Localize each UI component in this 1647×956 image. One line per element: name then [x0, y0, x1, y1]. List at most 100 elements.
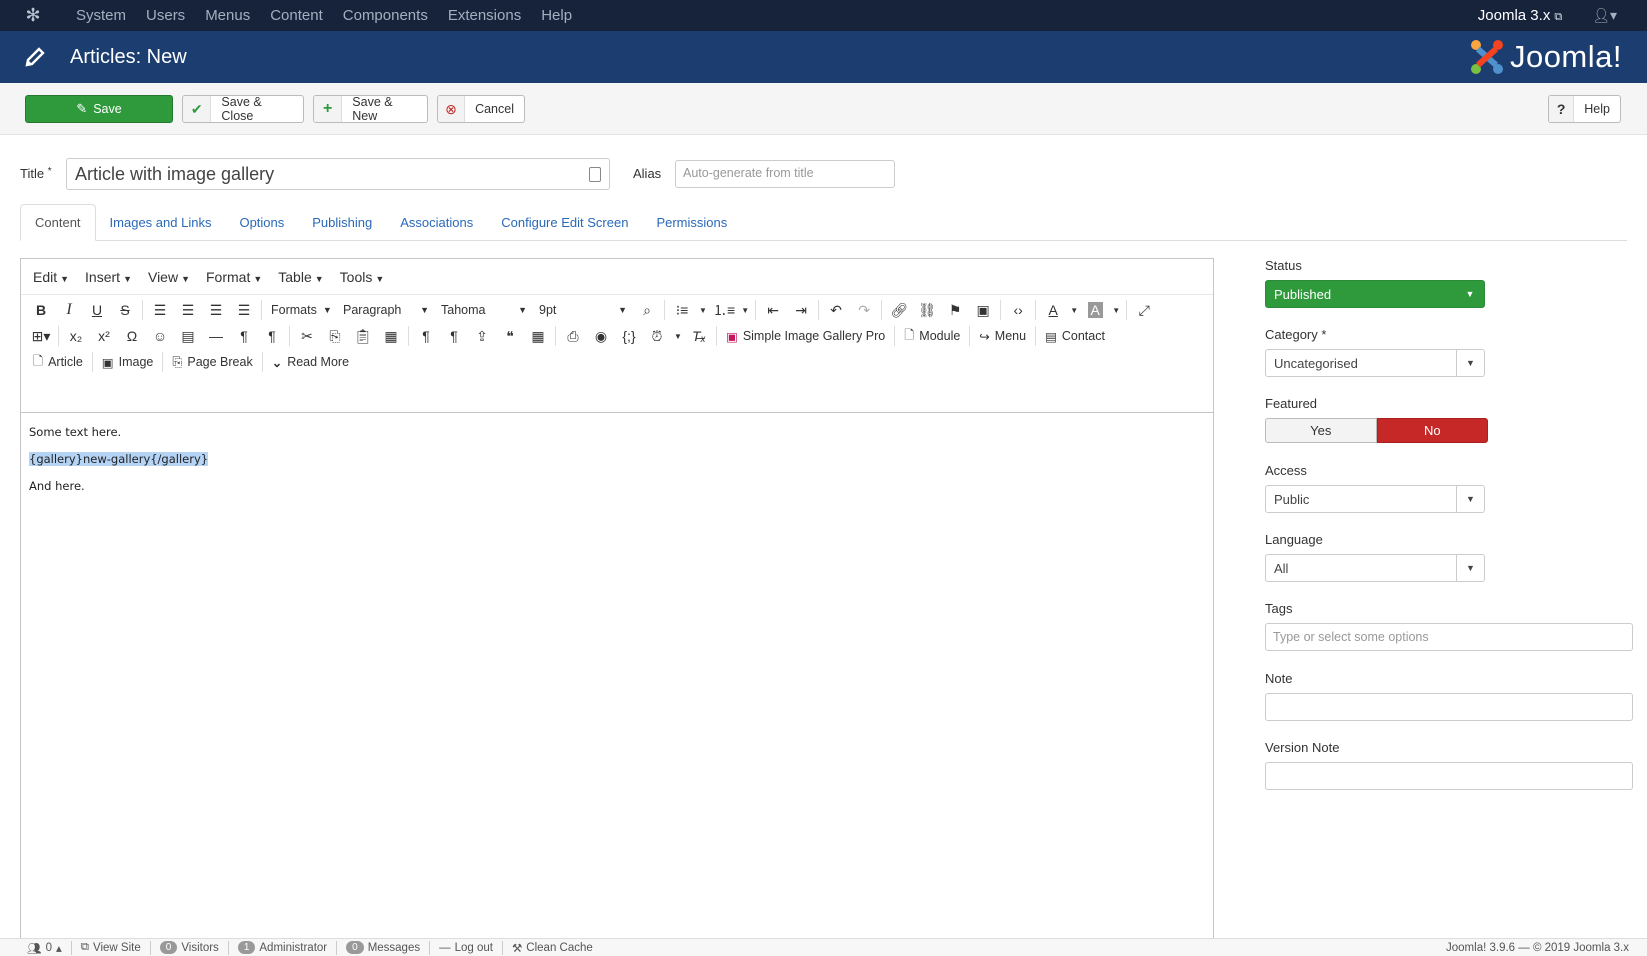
underline-icon[interactable]: U — [83, 298, 111, 322]
image-button[interactable]: ▣ Image — [96, 350, 160, 374]
redo-icon[interactable]: ↷ — [850, 298, 878, 322]
article-button[interactable]: 🗋︎ Article — [27, 350, 89, 374]
administrator-link[interactable]: 1 Administrator — [229, 940, 338, 955]
caret-down-icon[interactable]: ▼ — [696, 298, 710, 322]
joomla-icon[interactable]: ✻ — [0, 5, 66, 26]
multilanguage-toggle[interactable]: 👥︎ 0 ▴ — [18, 940, 72, 955]
menu-system[interactable]: System — [66, 7, 136, 24]
find-replace-icon[interactable]: ⌕ — [633, 298, 661, 322]
code-sample-icon[interactable]: {;} — [615, 324, 643, 348]
font-size-dropdown[interactable]: 9pt ▼ — [533, 303, 633, 317]
tab-content[interactable]: Content — [20, 204, 96, 241]
featured-yes-button[interactable]: Yes — [1265, 418, 1377, 443]
background-color-icon[interactable]: A — [1081, 298, 1109, 322]
contact-button[interactable]: ▤ Contact — [1039, 324, 1111, 348]
link-icon[interactable]: 🔗︎ — [885, 298, 913, 322]
align-right-icon[interactable]: ☰ — [202, 298, 230, 322]
font-family-dropdown[interactable]: Tahoma ▼ — [435, 303, 533, 317]
cancel-button[interactable]: ⊗ Cancel — [437, 95, 525, 123]
version-note-input[interactable] — [1265, 762, 1633, 790]
anchor-icon[interactable]: ⚑ — [941, 298, 969, 322]
editor-menu-insert[interactable]: Insert ▼ — [79, 269, 142, 285]
paste-text-icon[interactable]: ▦ — [377, 324, 405, 348]
featured-no-button[interactable]: No — [1376, 418, 1488, 443]
special-char-icon[interactable]: Ω — [118, 324, 146, 348]
page-break-button[interactable]: ⎘ Page Break — [166, 350, 258, 374]
view-site-link[interactable]: ⧉ View Site — [72, 940, 151, 955]
alias-input[interactable]: Auto-generate from title — [675, 160, 895, 188]
ltr-icon[interactable]: ¶ — [230, 324, 258, 348]
caret-down-icon[interactable]: ▼ — [671, 324, 685, 348]
insert-image-icon[interactable]: ▣ — [969, 298, 997, 322]
menu-extensions[interactable]: Extensions — [438, 7, 531, 24]
editor-content-area[interactable]: Some text here. {gallery}new-gallery{/ga… — [21, 413, 1213, 518]
module-button[interactable]: 🗋︎ Module — [898, 324, 966, 348]
formats-dropdown[interactable]: Formats ▼ — [265, 303, 337, 317]
align-justify-icon[interactable]: ☰ — [230, 298, 258, 322]
fullscreen-icon[interactable]: ⤢ — [1130, 298, 1158, 322]
emoticons-icon[interactable]: ☺ — [146, 324, 174, 348]
save-close-button[interactable]: ✔ Save & Close — [182, 95, 304, 123]
save-button[interactable]: ✎ Save — [25, 95, 173, 123]
bullet-list-icon[interactable]: ⁝≡ — [668, 298, 696, 322]
indent-icon[interactable]: ⇥ — [787, 298, 815, 322]
align-center-icon[interactable]: ☰ — [174, 298, 202, 322]
clean-cache-link[interactable]: ⚒ Clean Cache — [503, 941, 602, 955]
tags-input[interactable]: Type or select some options — [1265, 623, 1633, 651]
tab-options[interactable]: Options — [225, 204, 298, 241]
insert-time-icon[interactable]: ⏰︎ — [643, 324, 671, 348]
upload-icon[interactable]: ⇪ — [468, 324, 496, 348]
simple-image-gallery-button[interactable]: ▣ Simple Image Gallery Pro — [720, 324, 891, 348]
title-input[interactable]: Article with image gallery — [66, 158, 610, 190]
user-menu-icon[interactable]: 👤︎▾ — [1592, 7, 1617, 24]
save-new-button[interactable]: + Save & New — [313, 95, 428, 123]
rtl-icon[interactable]: ¶ — [258, 324, 286, 348]
menu-content[interactable]: Content — [260, 7, 333, 24]
editor-menu-view[interactable]: View ▼ — [142, 269, 200, 285]
cut-icon[interactable]: ✂ — [293, 324, 321, 348]
horizontal-rule-icon[interactable]: — — [202, 324, 230, 348]
access-select[interactable]: Public ▼ — [1265, 485, 1485, 513]
block-format-dropdown[interactable]: Paragraph ▼ — [337, 303, 435, 317]
editor-menu-table[interactable]: Table ▼ — [272, 269, 333, 285]
numbered-list-icon[interactable]: ⒈≡ — [710, 298, 738, 322]
visual-chars-icon[interactable]: ¶ — [412, 324, 440, 348]
logout-link[interactable]: — Log out — [430, 940, 503, 955]
caret-down-icon[interactable]: ▼ — [1067, 298, 1081, 322]
caret-down-icon[interactable]: ▼ — [1109, 298, 1123, 322]
text-color-icon[interactable]: A — [1039, 298, 1067, 322]
tab-images-links[interactable]: Images and Links — [96, 204, 226, 241]
caret-down-icon[interactable]: ▼ — [738, 298, 752, 322]
italic-icon[interactable]: I — [55, 298, 83, 322]
bold-icon[interactable]: B — [27, 298, 55, 322]
read-more-button[interactable]: ⌄ Read More — [266, 350, 355, 374]
tab-configure-edit-screen[interactable]: Configure Edit Screen — [487, 204, 642, 241]
outdent-icon[interactable]: ⇤ — [759, 298, 787, 322]
code-icon[interactable]: ‹› — [1004, 298, 1032, 322]
messages-link[interactable]: 0 Messages — [337, 940, 431, 955]
tab-permissions[interactable]: Permissions — [642, 204, 741, 241]
menu-users[interactable]: Users — [136, 7, 195, 24]
tab-associations[interactable]: Associations — [386, 204, 487, 241]
help-button[interactable]: ? Help — [1548, 95, 1621, 123]
site-link[interactable]: Joomla 3.x ⧉ — [1478, 7, 1562, 24]
visitors-link[interactable]: 0 Visitors — [151, 940, 229, 955]
superscript-icon[interactable]: x² — [90, 324, 118, 348]
status-select[interactable]: Published ▼ — [1265, 280, 1485, 308]
menu-help[interactable]: Help — [531, 7, 582, 24]
media-icon[interactable]: ▤ — [174, 324, 202, 348]
editor-menu-tools[interactable]: Tools ▼ — [334, 269, 395, 285]
blockquote-icon[interactable]: ❝ — [496, 324, 524, 348]
menu-menus[interactable]: Menus — [195, 7, 260, 24]
copy-icon[interactable]: ⎘ — [321, 324, 349, 348]
note-input[interactable] — [1265, 693, 1633, 721]
template-icon[interactable]: ▦ — [524, 324, 552, 348]
subscript-icon[interactable]: x₂ — [62, 324, 90, 348]
preview-icon[interactable]: ◉ — [587, 324, 615, 348]
print-icon[interactable]: ⎙ — [559, 324, 587, 348]
tab-publishing[interactable]: Publishing — [298, 204, 386, 241]
menu-components[interactable]: Components — [333, 7, 438, 24]
editor-menu-format[interactable]: Format ▼ — [200, 269, 272, 285]
paste-icon[interactable]: 📋︎ — [349, 324, 377, 348]
menu-button[interactable]: ↪ Menu — [973, 324, 1032, 348]
